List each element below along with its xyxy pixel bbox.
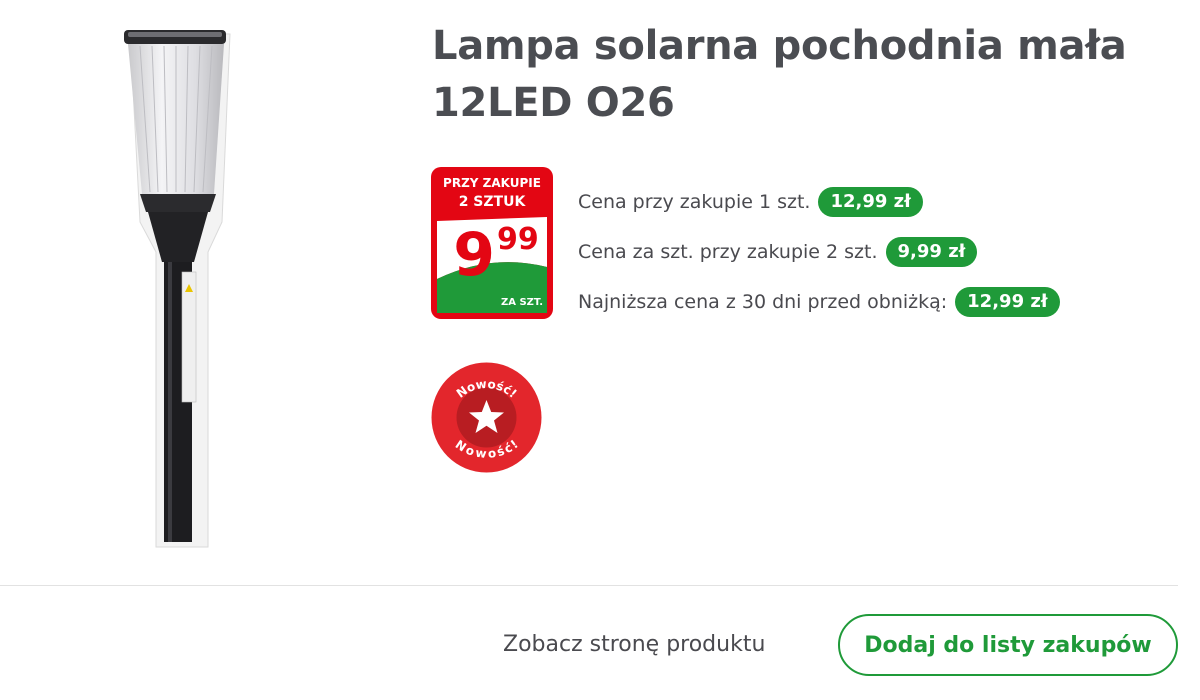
promo-line-2: 2 SZTUK — [459, 194, 527, 210]
divider — [0, 585, 1178, 586]
product-title: Lampa solarna pochodnia mała 12LED O26 — [432, 23, 1127, 126]
price-label: Najniższa cena z 30 dni przed obniżką: — [578, 291, 948, 313]
new-product-badge: Nowość! Nowość! — [431, 362, 542, 473]
price-value-pill: 12,99 zł — [818, 187, 923, 217]
promo-price-badge: PRZY ZAKUPIE 2 SZTUK 9 99 ZA SZT. — [431, 167, 553, 319]
promo-line-1: PRZY ZAKUPIE — [443, 176, 541, 190]
price-label: Cena za szt. przy zakupie 2 szt. — [578, 241, 878, 263]
add-to-shopping-list-button[interactable]: Dodaj do listy zakupów — [838, 614, 1178, 676]
product-image — [124, 30, 231, 548]
see-product-link[interactable]: Zobacz stronę produktu — [503, 630, 765, 660]
price-row-lowest: Najniższa cena z 30 dni przed obniżką: 1… — [578, 284, 1060, 320]
promo-price-main: 9 — [453, 220, 495, 290]
price-label: Cena przy zakupie 1 szt. — [578, 191, 811, 213]
promo-price-cents: 99 — [497, 222, 539, 257]
price-value-pill: 9,99 zł — [885, 237, 978, 267]
promo-unit: ZA SZT. — [501, 297, 543, 308]
price-row-multi: Cena za szt. przy zakupie 2 szt. 9,99 zł — [578, 234, 1060, 270]
price-value-pill: 12,99 zł — [955, 287, 1060, 317]
price-row-single: Cena przy zakupie 1 szt. 12,99 zł — [578, 184, 1060, 220]
price-list: Cena przy zakupie 1 szt. 12,99 zł Cena z… — [578, 184, 1060, 334]
